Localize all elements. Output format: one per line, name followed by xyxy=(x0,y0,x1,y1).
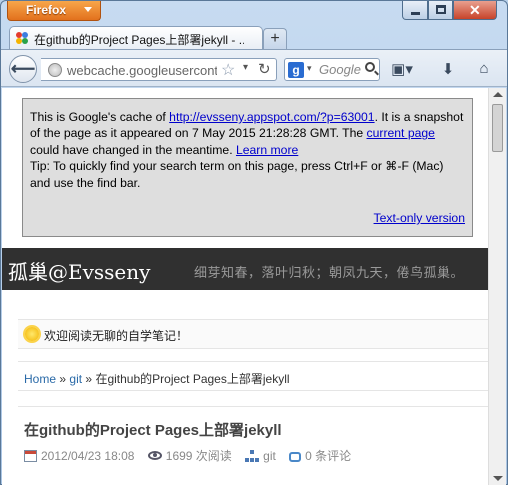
breadcrumb-category-link[interactable]: git xyxy=(69,372,82,386)
blog-title[interactable]: 孤巢@Evsseny xyxy=(8,256,150,285)
close-window-button[interactable]: ✕ xyxy=(453,1,497,20)
post-title[interactable]: 在github的Project Pages上部署jekyll xyxy=(24,419,282,440)
reload-icon[interactable]: ↻ xyxy=(258,60,271,78)
minimize-button[interactable] xyxy=(402,1,428,20)
url-dropdown-icon[interactable]: ▾ xyxy=(243,62,248,73)
post-category-link[interactable]: git xyxy=(263,449,276,463)
bookmarks-icon: ▣▾ xyxy=(391,61,413,78)
category-tree-icon xyxy=(245,450,260,462)
scroll-down-icon[interactable] xyxy=(493,476,503,481)
home-icon: ⌂ xyxy=(479,60,489,77)
url-bar[interactable]: webcache.googleusercontent.com/search?q=… xyxy=(41,58,277,81)
search-box[interactable]: g ▾ Google xyxy=(284,58,380,81)
eye-icon xyxy=(147,451,162,460)
downloads-button[interactable]: ⬇ xyxy=(437,60,459,80)
home-button[interactable]: ⌂ xyxy=(473,60,495,80)
globe-icon xyxy=(48,63,62,77)
sun-icon xyxy=(25,327,39,341)
page-content: This is Google's cache of http://evsseny… xyxy=(2,88,488,485)
welcome-text: 欢迎阅读无聊的自学笔记！ xyxy=(44,329,189,343)
vertical-scrollbar[interactable] xyxy=(488,88,506,485)
firefox-menu-label: Firefox xyxy=(26,3,67,17)
post-date-text: 2012/04/23 18:08 xyxy=(41,449,135,463)
breadcrumb-current: 在github的Project Pages上部署jekyll xyxy=(95,372,290,386)
download-arrow-icon: ⬇ xyxy=(441,61,455,78)
tab-title: 在github的Project Pages上部署jekyll - ... xyxy=(34,33,244,47)
blog-description: 细芽知春，落叶归秋；朝凤九天，倦鸟孤巢。 xyxy=(194,265,465,280)
chevron-down-icon xyxy=(84,7,92,12)
minimize-icon xyxy=(411,12,420,15)
cache-intro: This is Google's cache of xyxy=(30,110,170,124)
new-tab-button[interactable]: + xyxy=(263,28,287,49)
search-placeholder: Google xyxy=(319,62,361,77)
post-comments: 0 条评论 xyxy=(289,447,351,464)
blog-header: 孤巢@Evsseny 细芽知春，落叶归秋；朝凤九天，倦鸟孤巢。 xyxy=(2,248,488,290)
tab-strip: 在github的Project Pages上部署jekyll - ... + xyxy=(1,25,507,49)
google-favicon-icon xyxy=(16,32,28,44)
firefox-menu-button[interactable]: Firefox xyxy=(7,1,101,21)
learn-more-link[interactable]: Learn more xyxy=(236,143,298,157)
scroll-up-icon[interactable] xyxy=(493,92,503,97)
post-entry: 在github的Project Pages上部署jekyll 2012/04/2… xyxy=(18,406,488,485)
breadcrumb-home-link[interactable]: Home xyxy=(24,372,56,386)
cache-changed-text: could have changed in the meantime. xyxy=(30,142,236,157)
welcome-banner: 欢迎阅读无聊的自学笔记！ xyxy=(18,319,488,349)
google-cache-notice: This is Google's cache of http://evsseny… xyxy=(22,98,473,237)
cache-tip: Tip: To quickly find your search term on… xyxy=(30,159,444,190)
scroll-thumb[interactable] xyxy=(492,104,503,152)
calendar-icon xyxy=(24,450,37,462)
comment-bubble-icon xyxy=(289,452,302,462)
bookmark-star-icon[interactable]: ☆ xyxy=(221,60,235,80)
maximize-icon xyxy=(436,5,446,14)
text-only-version-link[interactable]: Text-only version xyxy=(374,210,465,226)
post-date: 2012/04/23 18:08 xyxy=(24,449,134,463)
title-bar: Firefox ✕ xyxy=(1,1,507,25)
back-arrow-icon: ⟵ xyxy=(10,59,36,78)
cached-url-link[interactable]: http://evsseny.appspot.com/?p=63001 xyxy=(169,110,374,124)
post-views-text: 1699 次阅读 xyxy=(165,449,232,463)
google-search-engine-icon[interactable]: g xyxy=(288,62,304,78)
url-text[interactable]: webcache.googleusercontent.com/search?q=… xyxy=(67,63,217,78)
navigation-bar: ⟵ webcache.googleusercontent.com/search?… xyxy=(1,49,507,87)
search-icon[interactable] xyxy=(365,62,375,72)
post-meta: 2012/04/23 18:08 1699 次阅读 git 0 条评论 xyxy=(24,447,361,464)
post-comments-link[interactable]: 0 条评论 xyxy=(305,449,351,463)
bookmarks-menu-button[interactable]: ▣▾ xyxy=(391,60,413,80)
back-button[interactable]: ⟵ xyxy=(9,55,37,83)
breadcrumb: Home » git » 在github的Project Pages上部署jek… xyxy=(18,361,488,391)
current-page-link[interactable]: current page xyxy=(367,126,435,140)
post-views: 1699 次阅读 xyxy=(147,447,232,464)
close-icon: ✕ xyxy=(469,2,481,18)
breadcrumb-separator: » xyxy=(59,372,67,386)
browser-window: Firefox ✕ 在github的Project Pages上部署jekyll… xyxy=(0,0,508,485)
post-category: git xyxy=(245,449,276,463)
tab-active[interactable]: 在github的Project Pages上部署jekyll - ... xyxy=(9,26,263,49)
maximize-button[interactable] xyxy=(428,1,453,20)
search-engine-dropdown-icon[interactable]: ▾ xyxy=(307,63,312,74)
breadcrumb-separator: » xyxy=(85,372,93,386)
